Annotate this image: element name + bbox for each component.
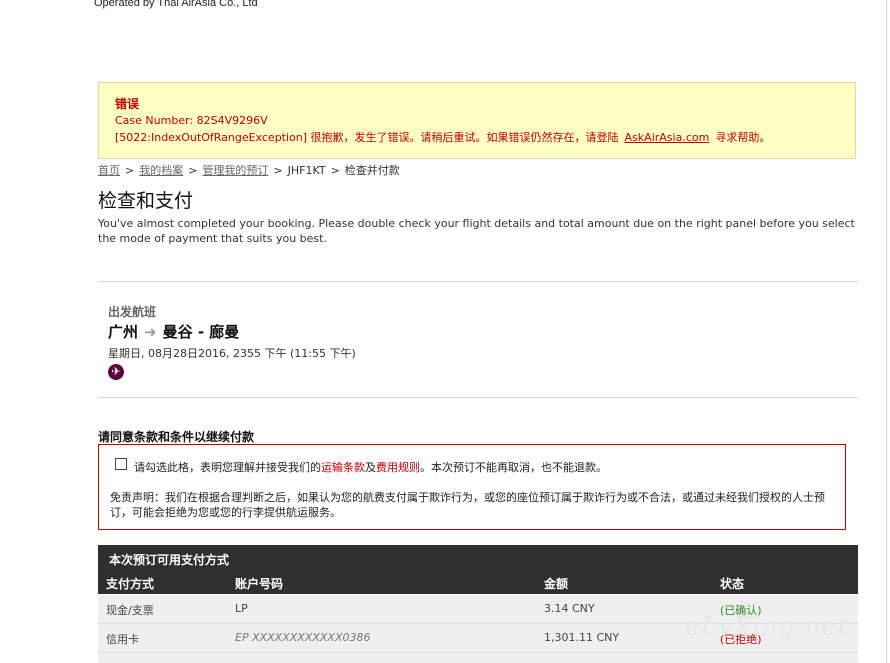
payment-amount: 3.14 CNY <box>544 602 595 615</box>
payment-methods-title: 本次预订可用支付方式 <box>109 553 230 567</box>
error-title: 错误 <box>115 97 140 111</box>
breadcrumb-separator: > <box>273 164 283 177</box>
divider <box>98 397 858 398</box>
payment-account: LP <box>235 602 248 615</box>
terms-agreement-text: 请勾选此格，表明您理解并接受我们的运输条款及费用规则。本次预订不能再取消，也不能… <box>134 459 607 475</box>
flight-destination: 曼谷 - 廊曼 <box>162 323 240 341</box>
divider <box>98 281 858 282</box>
column-account: 账户号码 <box>235 577 284 591</box>
breadcrumb-home[interactable]: 首页 <box>98 164 120 177</box>
payment-methods-header: 本次预订可用支付方式 支付方式 账户号码 金额 状态 <box>98 545 858 594</box>
flight-origin: 广州 <box>108 323 139 341</box>
breadcrumb: 首页 > 我的档案 > 管理我的预订 > JHF1KT > 检查并付款 <box>98 162 400 178</box>
column-amount: 金额 <box>544 577 569 591</box>
error-case-number: Case Number: 82S4V9296V <box>115 114 268 127</box>
terms-agree-suffix: 。本次预订不能再取消，也不能退款。 <box>420 461 607 474</box>
arrow-right-icon: ➜ <box>144 323 157 341</box>
flight-route: 广州 ➜ 曼谷 - 廊曼 <box>108 321 239 342</box>
flight-datetime: 星期日, 08月28日2016, 2355 下午 (11:55 下午) <box>108 347 356 360</box>
table-row <box>98 653 858 663</box>
agree-terms-checkbox[interactable] <box>115 458 127 470</box>
column-method: 支付方式 <box>106 577 155 591</box>
page-right-border <box>886 0 887 663</box>
disclaimer-text: 免责声明：我们在根据合理判断之后，如果认为您的航费支付属于欺诈行为，或您的座位预… <box>110 491 825 519</box>
departure-flight-label: 出发航班 <box>108 305 157 319</box>
error-panel: 错误 Case Number: 82S4V9296V [5022:IndexOu… <box>98 82 856 159</box>
page-title: 检查和支付 <box>98 190 194 212</box>
conditions-of-carriage-link[interactable]: 运输条款 <box>321 461 365 474</box>
breadcrumb-separator: > <box>188 164 198 177</box>
terms-panel: 请勾选此格，表明您理解并接受我们的运输条款及费用规则。本次预订不能再取消，也不能… <box>98 444 846 530</box>
breadcrumb-manage-booking[interactable]: 管理我的预订 <box>202 164 268 177</box>
operator-note: Operated by Thai AirAsia Co., Ltd <box>94 0 258 9</box>
column-status: 状态 <box>720 577 745 591</box>
payment-account: EP XXXXXXXXXXXX0386 <box>235 631 371 644</box>
error-message: [5022:IndexOutOfRangeException] 很抱歉，发生了错… <box>115 129 770 145</box>
breadcrumb-booking-code: JHF1KT <box>287 164 326 177</box>
payment-method: 信用卡 <box>106 633 139 646</box>
breadcrumb-separator: > <box>330 164 340 177</box>
intro-text: You've almost completed your booking. Pl… <box>98 217 855 245</box>
terms-and: 及 <box>365 461 376 474</box>
payment-amount: 1,301.11 CNY <box>544 631 620 644</box>
askairasia-link[interactable]: AskAirAsia.com <box>625 131 710 144</box>
flight-details-toggle-icon[interactable]: ✈ <box>108 364 124 380</box>
fee-rules-link[interactable]: 费用规则 <box>376 461 420 474</box>
breadcrumb-separator: > <box>125 164 135 177</box>
terms-agree-prefix: 请勾选此格，表明您理解并接受我们的 <box>134 461 321 474</box>
payment-method: 现金/支票 <box>106 604 154 617</box>
breadcrumb-profile[interactable]: 我的档案 <box>139 164 183 177</box>
breadcrumb-current: 检查并付款 <box>344 164 400 177</box>
error-message-suffix: 寻求帮助。 <box>715 131 771 144</box>
error-message-text: [5022:IndexOutOfRangeException] 很抱歉，发生了错… <box>115 131 619 144</box>
terms-heading: 请同意条款和条件以继续付款 <box>98 430 255 444</box>
watermark: eLvXing.net <box>685 612 849 641</box>
